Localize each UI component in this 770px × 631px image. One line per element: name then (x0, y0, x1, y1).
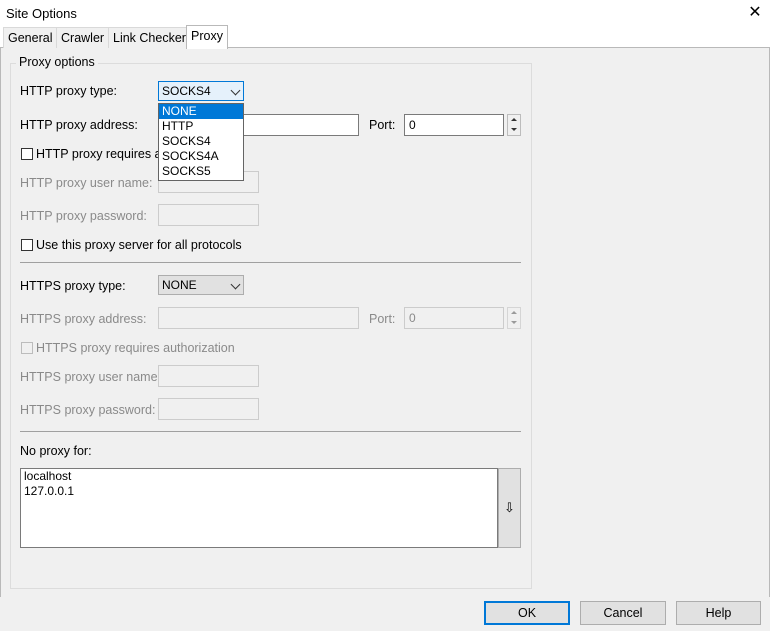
tab-link-checker[interactable]: Link Checker (108, 27, 191, 48)
https-user-label: HTTPS proxy user name: (20, 370, 162, 384)
spin-up-icon (511, 118, 517, 121)
https-user-input[interactable] (158, 365, 259, 387)
http-user-label: HTTP proxy user name: (20, 176, 153, 190)
no-proxy-entry: localhost (24, 469, 72, 483)
use-all-protocols-checkbox[interactable] (21, 239, 33, 251)
spin-up-icon (511, 311, 517, 314)
https-proxy-type-label: HTTPS proxy type: (20, 279, 126, 293)
https-port-input[interactable]: 0 (404, 307, 504, 329)
https-proxy-address-input[interactable] (158, 307, 359, 329)
https-auth-label: HTTPS proxy requires authorization (36, 341, 235, 355)
no-proxy-label: No proxy for: (20, 444, 92, 458)
https-proxy-address-label: HTTPS proxy address: (20, 312, 147, 326)
https-port-spinner[interactable] (507, 307, 521, 329)
option-none[interactable]: NONE (159, 104, 243, 119)
tab-proxy[interactable]: Proxy (186, 25, 228, 49)
https-password-label: HTTPS proxy password: (20, 403, 156, 417)
no-proxy-textarea[interactable]: localhost 127.0.0.1 (20, 468, 498, 548)
arrow-down-icon[interactable]: ⇩ (498, 468, 521, 548)
https-port-label: Port: (369, 312, 396, 326)
chevron-down-icon (230, 85, 241, 96)
tab-general[interactable]: General (3, 27, 58, 48)
window-title: Site Options (6, 6, 77, 21)
proxy-options-label: Proxy options (16, 55, 98, 69)
option-socks4a[interactable]: SOCKS4A (159, 149, 243, 164)
https-proxy-type-select[interactable]: NONE (158, 275, 244, 295)
http-proxy-address-label: HTTP proxy address: (20, 118, 138, 132)
http-proxy-type-dropdown[interactable]: NONE HTTP SOCKS4 SOCKS4A SOCKS5 (158, 103, 244, 181)
spin-down-icon (511, 128, 517, 131)
ok-button[interactable]: OK (484, 601, 570, 625)
https-auth-checkbox[interactable] (21, 342, 33, 354)
http-proxy-type-value: SOCKS4 (162, 84, 211, 98)
http-auth-checkbox[interactable] (21, 148, 33, 160)
http-proxy-type-label: HTTP proxy type: (20, 84, 118, 98)
separator (20, 262, 521, 263)
spin-down-icon (511, 321, 517, 324)
http-port-label: Port: (369, 118, 396, 132)
http-port-input[interactable]: 0 (404, 114, 504, 136)
http-auth-label: HTTP proxy requires au (36, 147, 169, 161)
tab-crawler[interactable]: Crawler (56, 27, 110, 48)
https-proxy-type-value: NONE (162, 278, 197, 292)
no-proxy-entry: 127.0.0.1 (24, 484, 75, 498)
cancel-button[interactable]: Cancel (580, 601, 666, 625)
separator (20, 431, 521, 432)
title-bar (0, 0, 770, 28)
option-http[interactable]: HTTP (159, 119, 243, 134)
http-password-label: HTTP proxy password: (20, 209, 147, 223)
chevron-down-icon (230, 279, 241, 290)
http-password-input[interactable] (158, 204, 259, 226)
help-button[interactable]: Help (676, 601, 761, 625)
http-proxy-type-select[interactable]: SOCKS4 (158, 81, 244, 101)
http-port-spinner[interactable] (507, 114, 521, 136)
use-all-protocols-label: Use this proxy server for all protocols (36, 238, 242, 252)
option-socks5[interactable]: SOCKS5 (159, 164, 243, 179)
https-password-input[interactable] (158, 398, 259, 420)
close-icon[interactable]: ✕ (745, 3, 765, 23)
option-socks4[interactable]: SOCKS4 (159, 134, 243, 149)
